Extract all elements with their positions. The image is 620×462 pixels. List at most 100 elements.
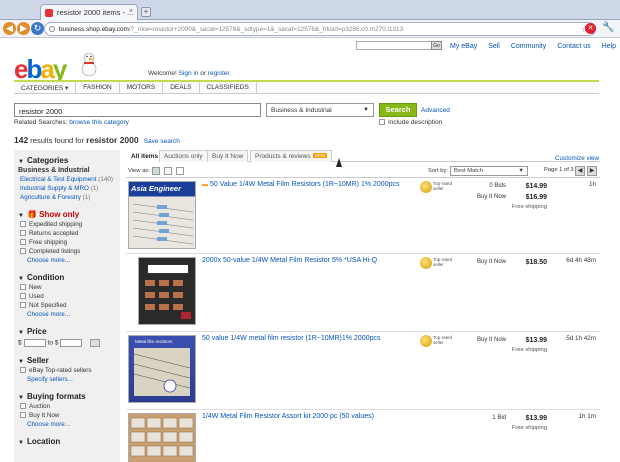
condition-heading[interactable]: ▼ Condition bbox=[18, 273, 120, 282]
browse-category-link[interactable]: browse this category bbox=[69, 119, 129, 126]
close-tab-icon[interactable]: × bbox=[129, 8, 133, 15]
filter-option[interactable]: Used bbox=[20, 293, 120, 300]
parent-category[interactable]: Business & Industrial bbox=[18, 167, 120, 174]
listing-thumbnail[interactable]: Metal film resistors bbox=[128, 335, 196, 403]
filter-option[interactable]: Auction bbox=[20, 403, 120, 410]
nav-fashion[interactable]: FASHION bbox=[76, 82, 120, 94]
new-tab-button[interactable]: + bbox=[141, 7, 151, 17]
listing-thumbnail[interactable] bbox=[128, 413, 196, 462]
category-link[interactable]: Electrical & Test Equipment (140) bbox=[20, 176, 120, 183]
url-path: /?_nkw=resistor+2000&_sacat=12576&_sdtyp… bbox=[128, 26, 404, 33]
tab-buy-it-now[interactable]: Buy It Now bbox=[207, 150, 249, 162]
choose-more-link[interactable]: Choose more... bbox=[27, 421, 120, 428]
category-link[interactable]: Industrial Supply & MRO (1) bbox=[20, 185, 120, 192]
forward-icon[interactable]: ▶ bbox=[17, 22, 30, 35]
filter-checkbox[interactable] bbox=[20, 403, 26, 410]
filter-option[interactable]: Completed listings bbox=[20, 248, 120, 255]
category-select[interactable]: Business & Industrial ▼ bbox=[266, 103, 374, 117]
sign-in-link[interactable]: Sign in bbox=[179, 70, 199, 77]
stop-icon[interactable]: ✕ bbox=[585, 23, 596, 34]
filter-checkbox[interactable] bbox=[20, 367, 26, 374]
specify-sellers-link[interactable]: Specify sellers... bbox=[27, 376, 120, 383]
nav-categories[interactable]: CATEGORIES ▾ bbox=[14, 82, 77, 94]
listing-title[interactable]: 50 value 1/4W metal film resistor (1R~10… bbox=[202, 335, 380, 342]
sell-link[interactable]: Sell bbox=[488, 43, 500, 50]
listing-price: $18.50 bbox=[525, 259, 547, 266]
listing-row[interactable]: Metal film resistors 50 value 1/4W metal… bbox=[126, 332, 600, 410]
shipping-info: Free shipping bbox=[511, 347, 547, 353]
tab-all-items[interactable]: All items bbox=[126, 150, 164, 162]
listing-title[interactable]: 1/4W Metal Film Resistor Assort kit 2000… bbox=[202, 413, 374, 420]
my-ebay-link[interactable]: My eBay bbox=[450, 43, 477, 50]
location-heading[interactable]: ▼ Location bbox=[18, 437, 120, 446]
save-search-link[interactable]: Save search bbox=[144, 138, 180, 145]
category-link[interactable]: Agriculture & Forestry (1) bbox=[20, 194, 120, 201]
filter-checkbox[interactable] bbox=[20, 293, 26, 300]
result-tabs: All items Auctions only Buy It Now Produ… bbox=[126, 150, 600, 162]
customize-view-link[interactable]: Customize view bbox=[555, 155, 599, 162]
register-link[interactable]: register. bbox=[208, 70, 231, 77]
filter-checkbox[interactable] bbox=[20, 284, 26, 291]
search-input[interactable]: resistor 2000 bbox=[14, 103, 261, 117]
prev-page-button[interactable]: ◀ bbox=[575, 166, 585, 176]
seller-heading[interactable]: ▼ Seller bbox=[18, 356, 120, 365]
listing-title[interactable]: 2000x 50-value 1/4W Metal Film Resistor … bbox=[202, 257, 377, 264]
include-description[interactable]: Include description bbox=[379, 119, 442, 126]
wrench-menu-icon[interactable]: 🔧 bbox=[602, 22, 614, 33]
listing-title[interactable]: ▬ 50 Value 1/4W Metal Film Resistors (1R… bbox=[202, 181, 399, 188]
back-icon[interactable]: ◀ bbox=[3, 22, 16, 35]
gallery-view-icon[interactable] bbox=[164, 167, 172, 175]
search-button[interactable]: Search bbox=[379, 103, 417, 117]
listing-row[interactable]: Asia Engineer ▬ 50 Value 1/4W Metal Film… bbox=[126, 178, 600, 254]
next-page-button[interactable]: ▶ bbox=[587, 166, 597, 176]
filter-label: eBay Top-rated sellers bbox=[29, 367, 92, 374]
header-go-button[interactable]: Go bbox=[431, 41, 442, 50]
filter-option[interactable]: Expedited shipping bbox=[20, 221, 120, 228]
filter-option[interactable]: New bbox=[20, 284, 120, 291]
filter-option[interactable]: Not Specified bbox=[20, 302, 120, 309]
contact-link[interactable]: Contact us bbox=[557, 43, 590, 50]
filter-checkbox[interactable] bbox=[20, 248, 26, 255]
nav-motors[interactable]: MOTORS bbox=[120, 82, 164, 94]
ebay-logo[interactable]: ebay bbox=[14, 56, 67, 82]
help-link[interactable]: Help bbox=[602, 43, 616, 50]
sort-select[interactable]: Best Match ▼ bbox=[450, 166, 528, 176]
price-heading[interactable]: ▼ Price bbox=[18, 327, 120, 336]
filter-checkbox[interactable] bbox=[20, 412, 26, 419]
price-max-input[interactable] bbox=[60, 339, 83, 347]
choose-more-link[interactable]: Choose more... bbox=[27, 257, 120, 264]
filter-checkbox[interactable] bbox=[20, 302, 26, 309]
header-search-input[interactable] bbox=[356, 41, 432, 50]
list-view-icon[interactable] bbox=[152, 167, 160, 175]
filter-option[interactable]: eBay Top-rated sellers bbox=[20, 367, 120, 374]
show-only-heading[interactable]: ▼ 🎁 Show only bbox=[18, 210, 120, 219]
page-indicator: Page 1 of 3 bbox=[544, 167, 574, 173]
include-description-checkbox[interactable] bbox=[379, 119, 385, 126]
listing-row[interactable]: 1/4W Metal Film Resistor Assort kit 2000… bbox=[126, 410, 600, 462]
filter-option[interactable]: Free shipping bbox=[20, 239, 120, 246]
tab-auctions-only[interactable]: Auctions only bbox=[159, 150, 208, 162]
filter-checkbox[interactable] bbox=[20, 230, 26, 237]
listing-row[interactable]: 2000x 50-value 1/4W Metal Film Resistor … bbox=[126, 254, 600, 332]
reload-icon[interactable]: ↻ bbox=[31, 22, 44, 35]
nav-classifieds[interactable]: CLASSIFIEDS bbox=[200, 82, 257, 94]
categories-heading[interactable]: ▼ Categories bbox=[18, 156, 120, 165]
filter-option[interactable]: Buy It Now bbox=[20, 412, 120, 419]
grid-view-icon[interactable] bbox=[176, 167, 184, 175]
filter-checkbox[interactable] bbox=[20, 239, 26, 246]
address-bar[interactable]: business.shop.ebay.com/?_nkw=resistor+20… bbox=[44, 22, 596, 36]
community-link[interactable]: Community bbox=[511, 43, 546, 50]
filter-checkbox[interactable] bbox=[20, 221, 26, 228]
price-min-input[interactable] bbox=[23, 339, 46, 347]
listing-thumbnail[interactable] bbox=[138, 257, 196, 325]
listing-thumbnail[interactable]: Asia Engineer bbox=[128, 181, 196, 249]
browser-tab[interactable]: resistor 2000 items - ... × bbox=[40, 4, 138, 20]
buying-formats-heading[interactable]: ▼ Buying formats bbox=[18, 392, 120, 401]
choose-more-link[interactable]: Choose more... bbox=[27, 311, 120, 318]
tab-products-reviews[interactable]: Products & reviews NEW bbox=[250, 150, 333, 162]
listing-format: 0 Bids Buy It Now bbox=[456, 181, 506, 203]
price-go-button[interactable] bbox=[90, 339, 101, 347]
advanced-search-link[interactable]: Advanced bbox=[421, 107, 450, 114]
nav-deals[interactable]: DEALS bbox=[163, 82, 200, 94]
filter-option[interactable]: Returns accepted bbox=[20, 230, 120, 237]
